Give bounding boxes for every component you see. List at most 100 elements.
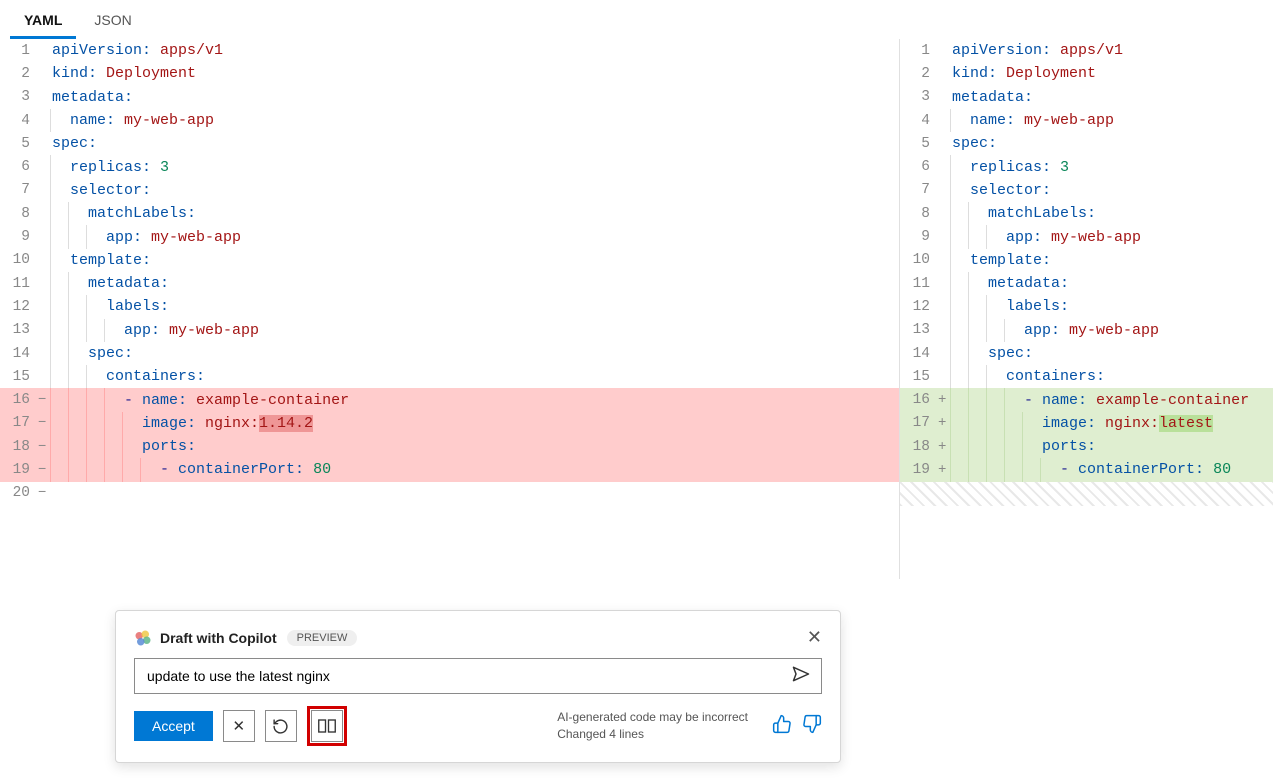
code-text: image: nginx:latest (1040, 415, 1213, 432)
toggle-diff-view-button[interactable] (311, 710, 343, 742)
code-line[interactable]: 8 matchLabels: (0, 202, 899, 225)
code-text: spec: (50, 135, 97, 152)
code-text: spec: (950, 135, 997, 152)
code-line[interactable]: 1apiVersion: apps/v1 (900, 39, 1273, 62)
code-text: selector: (68, 182, 151, 199)
code-text: app: my-web-app (1004, 229, 1141, 246)
tab-json[interactable]: JSON (80, 4, 145, 39)
code-text: containers: (104, 368, 205, 385)
code-line[interactable]: 4name: my-web-app (0, 109, 899, 132)
code-line[interactable]: 3metadata: (900, 86, 1273, 109)
regenerate-button[interactable] (265, 710, 297, 742)
code-line[interactable]: 16−- name: example-container (0, 388, 899, 411)
code-line[interactable]: 6replicas: 3 (900, 155, 1273, 178)
code-line[interactable]: 12labels: (0, 295, 899, 318)
code-text: metadata: (86, 275, 169, 292)
code-line[interactable]: 1 apiVersion: apps/v1 (0, 39, 899, 62)
tabs: YAML JSON (0, 0, 1273, 39)
code-line[interactable]: 20− (0, 482, 899, 505)
code-line[interactable]: 16+- name: example-container (900, 388, 1273, 411)
code-line[interactable]: 14 spec: (900, 342, 1273, 365)
line-number: 6 (0, 159, 38, 175)
line-number: 18 (900, 439, 938, 455)
thumbs-down-icon[interactable] (802, 714, 822, 739)
thumbs-up-icon[interactable] (772, 714, 792, 739)
code-line[interactable]: 14spec: (0, 342, 899, 365)
send-icon[interactable] (791, 664, 811, 689)
code-text: app: my-web-app (104, 229, 241, 246)
code-line[interactable]: 3metadata: (0, 86, 899, 109)
line-number: 3 (900, 89, 938, 105)
code-line[interactable]: 5spec: (0, 132, 899, 155)
discard-button[interactable]: ✕ (223, 710, 255, 742)
diff-pane-original[interactable]: 1 apiVersion: apps/v1 2kind: Deployment3me… (0, 39, 900, 579)
accept-button[interactable]: Accept (134, 711, 213, 741)
code-text: name: my-web-app (968, 112, 1114, 129)
code-line[interactable]: 18+ports: (900, 435, 1273, 458)
line-number: 1 (0, 43, 38, 59)
copilot-logo-icon (134, 629, 152, 647)
line-number: 19 (0, 462, 38, 478)
code-line[interactable]: 13app: my-web-app (900, 319, 1273, 342)
prompt-input-row (134, 658, 822, 694)
code-line[interactable]: 9app: my-web-app (900, 225, 1273, 248)
line-number: 14 (0, 346, 38, 362)
code-text: selector: (968, 182, 1051, 199)
code-text: matchLabels: (986, 205, 1096, 222)
code-line[interactable]: 9app: my-web-app (0, 225, 899, 248)
code-line[interactable]: 2kind: Deployment (0, 62, 899, 85)
diff-pane-modified[interactable]: 1apiVersion: apps/v12kind: Deployment3me… (900, 39, 1273, 579)
code-line[interactable]: 6 replicas: 3 (0, 155, 899, 178)
code-text: app: my-web-app (1022, 322, 1159, 339)
code-text: template: (968, 252, 1051, 269)
line-number: 14 (900, 346, 938, 362)
code-text: replicas: 3 (68, 159, 169, 176)
code-text: replicas: 3 (968, 159, 1069, 176)
code-line[interactable]: 13app: my-web-app (0, 319, 899, 342)
code-line[interactable]: 19+- containerPort: 80 (900, 458, 1273, 481)
code-line[interactable]: 11 metadata: (0, 272, 899, 295)
code-line[interactable]: 18−ports: (0, 435, 899, 458)
code-text: name: my-web-app (68, 112, 214, 129)
code-text: apiVersion: apps/v1 (50, 42, 223, 59)
code-text: spec: (986, 345, 1033, 362)
code-line[interactable]: 17+image: nginx:latest (900, 412, 1273, 435)
code-line[interactable]: 15containers: (0, 365, 899, 388)
code-line[interactable]: 11metadata: (900, 272, 1273, 295)
code-line[interactable]: 10template: (0, 249, 899, 272)
line-number: 1 (900, 43, 938, 59)
line-number: 16 (0, 392, 38, 408)
line-number: 7 (0, 182, 38, 198)
code-text: labels: (1004, 298, 1069, 315)
code-text: labels: (104, 298, 169, 315)
code-line[interactable]: 15containers: (900, 365, 1273, 388)
code-line[interactable]: 8matchLabels: (900, 202, 1273, 225)
code-text: kind: Deployment (50, 65, 196, 82)
code-line[interactable]: 10template: (900, 249, 1273, 272)
diff-marker: − (38, 439, 50, 455)
code-line[interactable]: 4name: my-web-app (900, 109, 1273, 132)
end-of-file-hatch (900, 482, 1273, 506)
tab-yaml[interactable]: YAML (10, 4, 76, 39)
line-number: 18 (0, 439, 38, 455)
line-number: 8 (0, 206, 38, 222)
code-line[interactable]: 5spec: (900, 132, 1273, 155)
code-text: metadata: (50, 89, 133, 106)
code-text: image: nginx:1.14.2 (140, 415, 313, 432)
copilot-popup: Draft with Copilot PREVIEW ✕ Accept ✕ AI… (115, 610, 841, 763)
code-line[interactable]: 12labels: (900, 295, 1273, 318)
prompt-input[interactable] (145, 667, 791, 685)
code-line[interactable]: 2kind: Deployment (900, 62, 1273, 85)
code-line[interactable]: 17−image: nginx:1.14.2 (0, 412, 899, 435)
code-text: matchLabels: (86, 205, 196, 222)
code-text: - containerPort: 80 (158, 461, 331, 478)
code-text: app: my-web-app (122, 322, 259, 339)
code-line[interactable]: 7 selector: (0, 179, 899, 202)
code-text: containers: (1004, 368, 1105, 385)
code-text: metadata: (986, 275, 1069, 292)
code-line[interactable]: 19−- containerPort: 80 (0, 458, 899, 481)
line-number: 10 (0, 252, 38, 268)
close-button[interactable]: ✕ (807, 627, 822, 648)
line-number: 11 (0, 276, 38, 292)
code-line[interactable]: 7selector: (900, 179, 1273, 202)
